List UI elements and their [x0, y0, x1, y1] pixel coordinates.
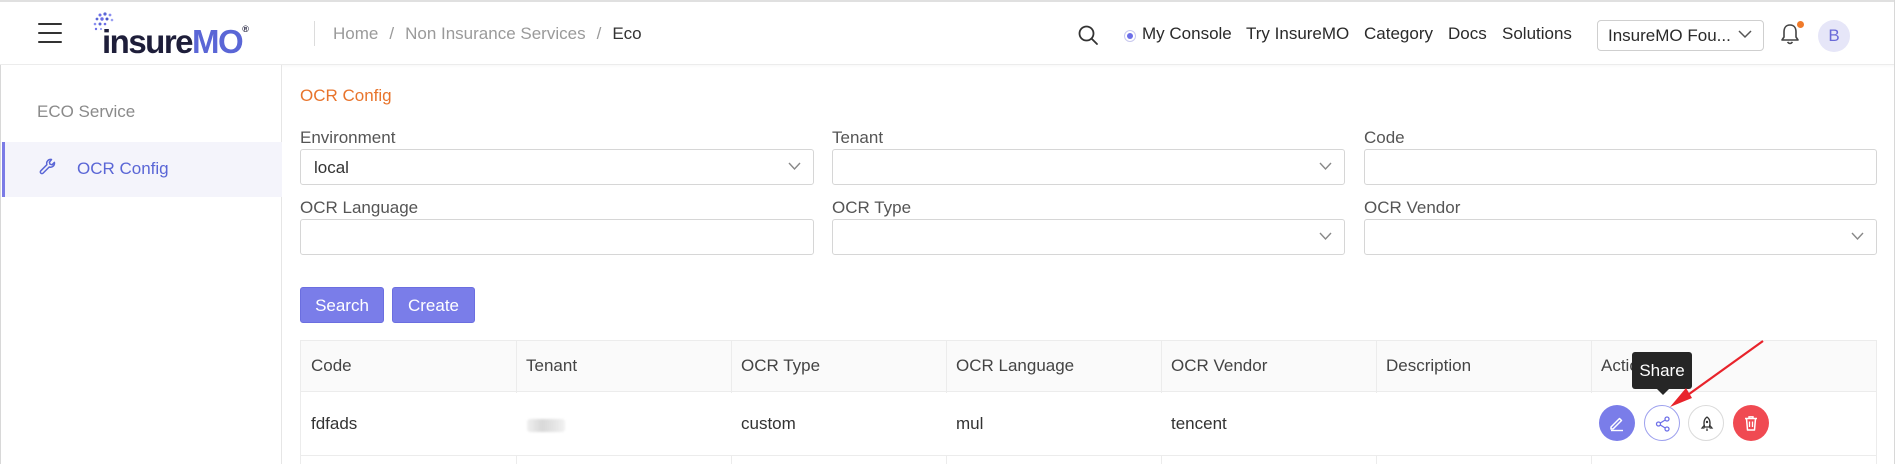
environment-label: Environment — [300, 128, 396, 147]
environment-value: local — [314, 158, 349, 177]
header-divider — [314, 21, 315, 46]
ocr-vendor-select[interactable] — [1364, 219, 1877, 255]
ocr-type-label: OCR Type — [832, 198, 912, 217]
sidebar-item-ocr-config[interactable]: OCR Config — [2, 142, 282, 197]
col-ocr-language[interactable]: OCR Language — [956, 356, 1074, 376]
code-input[interactable] — [1364, 149, 1877, 185]
breadcrumb-non-insurance[interactable]: Non Insurance Services — [405, 24, 585, 44]
ocr-type-select[interactable] — [832, 219, 1345, 255]
tenant-select[interactable]: InsureMO Fou... — [1597, 20, 1764, 51]
nav-category[interactable]: Category — [1364, 24, 1433, 44]
col-ocr-type[interactable]: OCR Type — [741, 356, 820, 376]
top-bar: insureMO® Home / Non Insurance Services … — [0, 0, 1895, 65]
nav-try-insuremo[interactable]: Try InsureMO — [1246, 24, 1349, 44]
col-ocr-vendor[interactable]: OCR Vendor — [1171, 356, 1267, 376]
create-button[interactable]: Create — [392, 287, 475, 323]
breadcrumb: Home / Non Insurance Services / Eco — [333, 24, 642, 44]
cell-ocr-language: mul — [956, 414, 984, 433]
edit-icon — [1610, 417, 1623, 432]
breadcrumb-separator: / — [596, 24, 602, 43]
trash-icon — [1745, 416, 1757, 431]
console-radio-icon — [1124, 30, 1136, 42]
breadcrumb-separator: / — [389, 24, 395, 43]
search-icon[interactable] — [1077, 24, 1099, 46]
cell-ocr-vendor: tencent — [1171, 414, 1227, 433]
nav-solutions[interactable]: Solutions — [1502, 24, 1572, 44]
breadcrumb-home[interactable]: Home — [333, 24, 378, 44]
search-button[interactable]: Search — [300, 287, 384, 323]
cell-tenant-redacted — [527, 419, 565, 432]
share-icon — [1655, 416, 1670, 432]
chevron-down-icon — [788, 162, 801, 171]
col-description[interactable]: Description — [1386, 356, 1471, 376]
delete-button[interactable] — [1733, 405, 1769, 441]
chevron-down-icon — [1319, 232, 1332, 241]
hamburger-menu-icon[interactable] — [38, 23, 62, 43]
red-arrow-annotation — [1670, 340, 1764, 407]
ocr-language-input[interactable] — [300, 219, 814, 255]
sidebar: ECO Service OCR Config — [0, 65, 282, 464]
deploy-button[interactable] — [1688, 405, 1724, 441]
page-title: OCR Config — [300, 86, 392, 105]
nav-docs[interactable]: Docs — [1448, 24, 1487, 44]
ocr-vendor-label: OCR Vendor — [1364, 198, 1461, 217]
edit-button[interactable] — [1599, 405, 1635, 441]
tenant-select[interactable] — [832, 149, 1345, 185]
code-label: Code — [1364, 128, 1405, 147]
col-tenant[interactable]: Tenant — [526, 356, 577, 376]
nav-my-console[interactable]: My Console — [1142, 24, 1232, 44]
wrench-icon — [39, 158, 56, 175]
avatar[interactable]: B — [1818, 20, 1850, 52]
ocr-language-label: OCR Language — [300, 198, 419, 217]
share-button[interactable] — [1644, 405, 1680, 441]
rocket-icon — [1700, 416, 1714, 431]
table-row: fdfads custom mul tencent — [301, 393, 1876, 456]
chevron-down-icon — [1319, 162, 1332, 171]
col-code[interactable]: Code — [311, 356, 352, 376]
breadcrumb-eco: Eco — [612, 24, 642, 43]
notification-badge — [1797, 21, 1804, 28]
chevron-down-icon — [1851, 232, 1864, 241]
environment-select[interactable]: local — [300, 149, 814, 185]
sidebar-title: ECO Service — [37, 102, 136, 121]
logo-wordmark: insureMO® — [102, 23, 249, 60]
cell-ocr-type: custom — [741, 414, 796, 433]
chevron-down-icon — [1738, 30, 1752, 39]
tenant-label: Tenant — [832, 128, 884, 147]
sidebar-item-label: OCR Config — [77, 159, 169, 178]
cell-code: fdfads — [311, 414, 358, 433]
tenant-select-value: InsureMO Fou... — [1608, 26, 1731, 45]
insuremo-logo[interactable]: insureMO® — [88, 11, 258, 60]
